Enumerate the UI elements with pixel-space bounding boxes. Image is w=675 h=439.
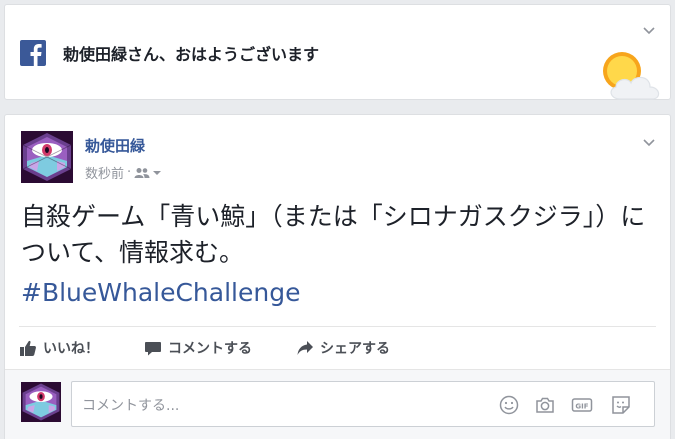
meta-separator: · (127, 165, 132, 180)
comment-composer: コメントする... GIF (5, 369, 670, 439)
friends-icon (134, 167, 150, 178)
sticker-icon[interactable] (610, 394, 632, 416)
like-label: いいね！ (43, 341, 99, 357)
divider (19, 326, 656, 327)
post-author[interactable]: 勅使田緑 (85, 135, 145, 156)
post-actions: いいね！ コメントする シェアする (19, 333, 430, 363)
camera-icon[interactable] (534, 394, 556, 416)
comment-input[interactable]: コメントする... GIF (71, 381, 655, 427)
share-button[interactable]: シェアする (296, 338, 390, 358)
speech-bubble-icon (145, 342, 161, 356)
facebook-logo-icon (20, 40, 46, 66)
post-text: 自殺ゲーム「青い鯨」（または「シロナガスクジラ」）について、情報求む。 (21, 202, 646, 267)
avatar[interactable] (21, 131, 73, 183)
post-timestamp[interactable]: 数秒前 (85, 163, 124, 182)
smiley-icon[interactable] (498, 394, 520, 416)
greeting-text: 勅使田緑さん、おはようございます (63, 45, 320, 64)
post-meta: 数秒前 · (85, 163, 162, 182)
chevron-down-icon (153, 170, 162, 175)
comment-placeholder: コメントする... (82, 398, 180, 414)
sun-cloud-icon (602, 47, 664, 101)
thumbs-up-icon (20, 340, 36, 356)
post-hashtag[interactable]: #BlueWhaleChallenge (21, 275, 300, 311)
comment-label: コメントする (168, 341, 252, 357)
chevron-down-icon[interactable] (642, 23, 656, 37)
audience-selector[interactable] (134, 167, 162, 179)
chevron-down-icon[interactable] (642, 135, 656, 149)
gif-icon[interactable]: GIF (571, 394, 593, 416)
greeting-card: 勅使田緑さん、おはようございます (4, 4, 671, 100)
share-arrow-icon (297, 341, 313, 355)
avatar (21, 382, 61, 422)
like-button[interactable]: いいね！ (19, 338, 99, 358)
post-card: 勅使田緑 数秒前 · 自殺ゲーム「青い鯨」（または「シロナガスクジラ」）について… (4, 114, 671, 439)
svg-text:GIF: GIF (575, 402, 588, 410)
share-label: シェアする (320, 341, 390, 357)
comment-button[interactable]: コメントする (144, 338, 252, 358)
